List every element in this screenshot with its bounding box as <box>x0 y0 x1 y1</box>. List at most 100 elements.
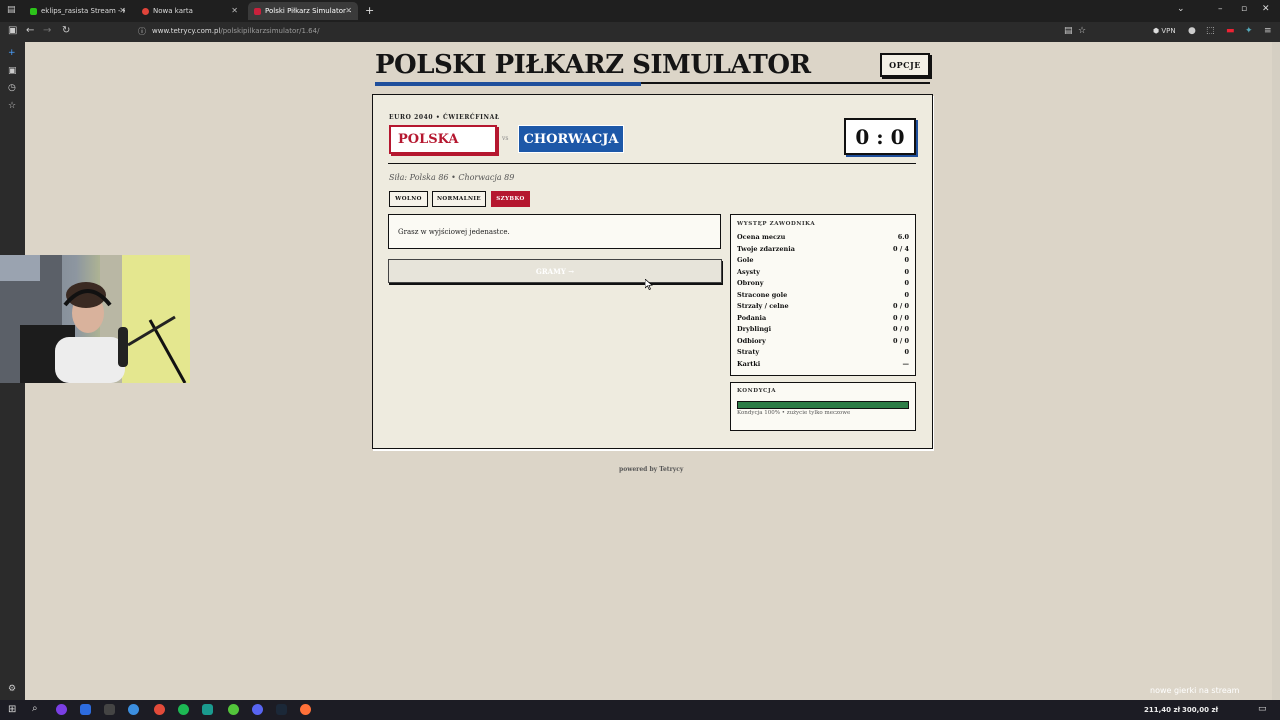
speed-normal-button[interactable]: NORMALNIE <box>432 191 486 207</box>
play-button[interactable]: GRAMY → <box>388 259 722 283</box>
maximize-icon[interactable]: ▫ <box>1241 4 1247 14</box>
sidebar-wallet-icon[interactable]: ▣ <box>8 66 17 76</box>
notifications-icon[interactable]: ▭ <box>1258 704 1267 714</box>
wallet-icon[interactable]: ● <box>1188 26 1196 36</box>
reader-mode-icon[interactable]: ▤ <box>1064 26 1073 36</box>
browser-menu-hamburger-icon[interactable]: ≡ <box>1264 26 1272 36</box>
tab-close-icon[interactable]: ✕ <box>231 6 238 15</box>
webcam-overlay <box>0 255 190 383</box>
stat-value: 0 <box>904 256 909 264</box>
simulator-favicon-icon <box>254 7 261 15</box>
stat-label: Obrony <box>737 279 764 287</box>
start-menu-icon[interactable]: ⊞ <box>8 704 16 715</box>
sidebar-bookmarks-icon[interactable]: ☆ <box>8 101 16 111</box>
stat-value: 0 <box>904 290 909 299</box>
tab-title: Nowa karta <box>153 7 193 15</box>
window-close-icon[interactable]: ✕ <box>1262 4 1270 14</box>
reload-icon[interactable]: ↻ <box>62 25 70 36</box>
match-meta: EURO 2040 • ĆWIERĆFINAŁ <box>389 114 500 121</box>
stat-row: Kartki — <box>737 360 909 371</box>
stat-value: 0 / 0 <box>893 325 909 333</box>
extensions-icon[interactable]: ⬚ <box>1206 26 1215 36</box>
tab-close-icon[interactable]: ✕ <box>345 6 352 15</box>
stat-row: Asysty 0 <box>737 268 909 279</box>
vpn-label: VPN <box>1161 27 1176 35</box>
page-scrollbar[interactable] <box>1272 42 1280 700</box>
tab-simulator[interactable]: Polski Piłkarz Simulator — 1.64 ✕ <box>248 2 358 20</box>
app-icon-7[interactable] <box>202 704 213 715</box>
tab-title: eklips_rasista Stream - Kick Dai <box>41 7 125 15</box>
browser-menu-icon[interactable]: ▤ <box>7 5 16 15</box>
stat-label: Odbiory <box>737 336 766 345</box>
tab-new-tab[interactable]: Nowa karta ✕ <box>136 2 244 20</box>
page-title: POLSKI PIŁKARZ SIMULATOR <box>375 50 811 80</box>
spotify-icon[interactable] <box>178 704 189 715</box>
app-icon-8[interactable] <box>228 704 239 715</box>
stat-row: Ocena meczu 6.0 <box>737 233 909 244</box>
tab-search-chevron-icon[interactable]: ⌄ <box>1177 4 1185 14</box>
stat-label: Twoje zdarzenia <box>737 244 795 253</box>
vpn-badge[interactable]: ⬢ VPN <box>1153 27 1176 35</box>
newtab-favicon-icon <box>142 7 149 15</box>
ad-block-icon[interactable]: ▬ <box>1226 26 1235 36</box>
stat-row: Podania 0 / 0 <box>737 314 909 325</box>
app-icon-2[interactable] <box>80 704 91 715</box>
speed-slow-button[interactable]: WOLNO <box>389 191 428 207</box>
kick-favicon-icon <box>30 7 37 15</box>
stat-row: Twoje zdarzenia 0 / 4 <box>737 245 909 256</box>
stat-label: Kartki <box>737 359 761 368</box>
minimize-icon[interactable]: – <box>1218 4 1223 14</box>
stat-label: Gole <box>737 256 754 264</box>
stat-label: Ocena meczu <box>737 233 786 241</box>
app-icon-3[interactable] <box>104 704 115 715</box>
stat-row: Strzały / celne 0 / 0 <box>737 302 909 313</box>
condition-bar <box>737 401 909 409</box>
browser-taskbar-icon[interactable] <box>300 704 311 715</box>
app-icon-1[interactable] <box>56 704 67 715</box>
stat-value: — <box>902 359 910 368</box>
stats-title: WYSTĘP ZAWODNIKA <box>737 221 816 227</box>
scoreboard: 0 : 0 <box>844 118 916 155</box>
match-message: Grasz w wyjściowej jedenastce. <box>398 228 510 236</box>
home-team-badge: POLSKA <box>389 125 497 154</box>
sidebar-settings-icon[interactable]: ⚙ <box>8 684 16 694</box>
sidebar-history-icon[interactable]: ◷ <box>8 83 16 93</box>
url-host: www.tetrycy.com.pl <box>152 27 221 35</box>
url-field[interactable]: www.tetrycy.com.pl/polskipilkarzsimulato… <box>152 27 319 35</box>
stat-value: 0 / 0 <box>893 313 909 322</box>
stat-row: Obrony 0 <box>737 279 909 290</box>
team-strength-text: Siła: Polska 86 • Chorwacja 89 <box>389 173 515 182</box>
footer-credit: powered by Tetrycy <box>619 466 684 473</box>
app-icon-5[interactable] <box>154 704 165 715</box>
stat-label: Asysty <box>737 267 760 276</box>
title-accent-bar <box>375 82 641 86</box>
steam-icon[interactable] <box>276 704 287 715</box>
stat-value: 0 / 0 <box>893 336 909 345</box>
taskbar-search-icon[interactable]: ⌕ <box>32 703 38 714</box>
sidebar-toggle-icon[interactable]: ▣ <box>8 25 17 36</box>
stat-row: Odbiory 0 / 0 <box>737 337 909 348</box>
speed-fast-button[interactable]: SZYBKO <box>491 191 530 207</box>
site-info-icon[interactable]: ⓘ <box>138 26 146 37</box>
condition-title: KONDYCJA <box>737 388 777 394</box>
ai-assistant-icon[interactable]: ✦ <box>1245 26 1253 36</box>
sidebar-add-icon[interactable]: + <box>8 48 16 58</box>
tab-kick-stream[interactable]: eklips_rasista Stream - Kick Dai ✕ <box>24 2 132 20</box>
discord-icon[interactable] <box>252 704 263 715</box>
tab-close-icon[interactable]: ✕ <box>119 6 126 15</box>
streamer-webcam-image <box>0 255 190 383</box>
forward-arrow-icon[interactable]: → <box>43 25 51 36</box>
options-button[interactable]: OPCJE <box>880 53 930 77</box>
app-icon-4[interactable] <box>128 704 139 715</box>
back-arrow-icon[interactable]: ← <box>26 25 34 36</box>
stat-label: Podania <box>737 313 767 322</box>
os-taskbar <box>0 700 1280 720</box>
condition-bar-fill <box>738 402 908 408</box>
stat-value: 0 / 4 <box>893 244 909 253</box>
bookmark-star-icon[interactable]: ☆ <box>1078 26 1086 36</box>
away-team-badge: CHORWACJA <box>518 125 624 153</box>
condition-note: Kondycja 100% • zużycie tylko meczowe <box>737 410 851 416</box>
stat-label: Dryblingi <box>737 325 772 333</box>
mouse-cursor-icon <box>645 279 653 290</box>
new-tab-plus-icon[interactable]: + <box>365 4 374 17</box>
